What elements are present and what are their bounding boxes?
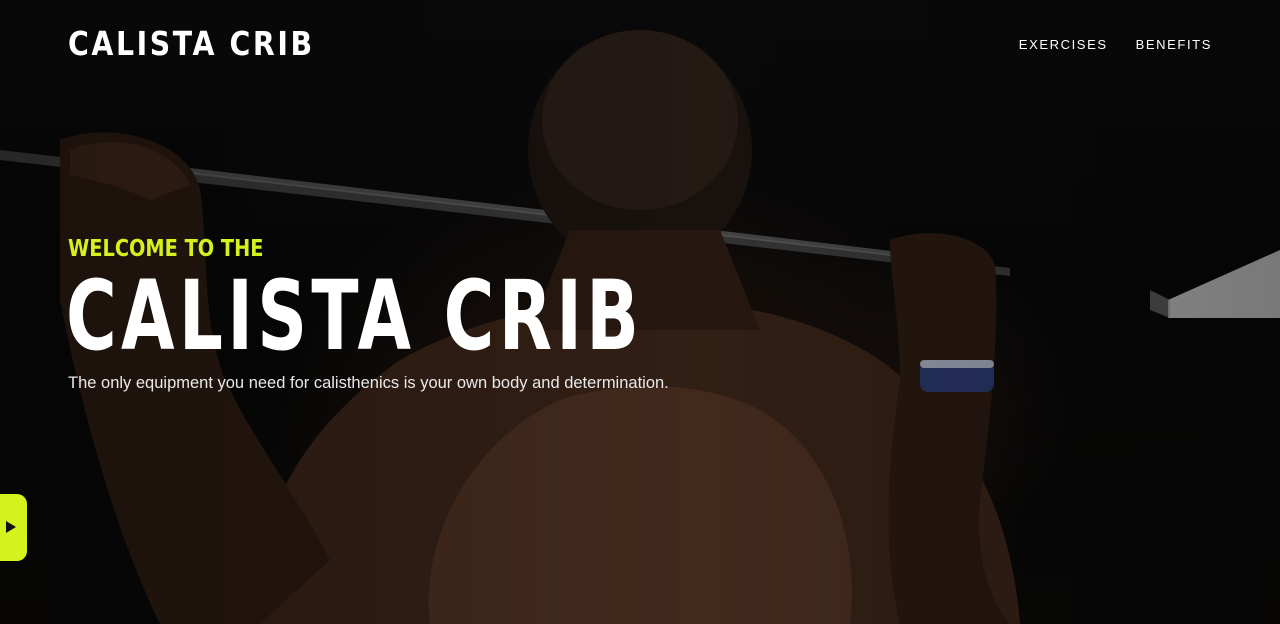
hero-tagline: The only equipment you need for calisthe… (68, 374, 669, 392)
hero-title: CALISTA CRIB (66, 260, 644, 372)
side-play-tab[interactable] (0, 494, 27, 561)
main-nav: EXERCISES BENEFITS (1019, 37, 1212, 52)
hero-section: CALISTA CRIB EXERCISES BENEFITS WELCOME … (0, 0, 1280, 624)
site-logo[interactable]: CALISTA CRIB (68, 24, 315, 63)
play-icon (6, 521, 16, 533)
nav-link-exercises[interactable]: EXERCISES (1019, 37, 1108, 52)
nav-link-benefits[interactable]: BENEFITS (1136, 37, 1212, 52)
